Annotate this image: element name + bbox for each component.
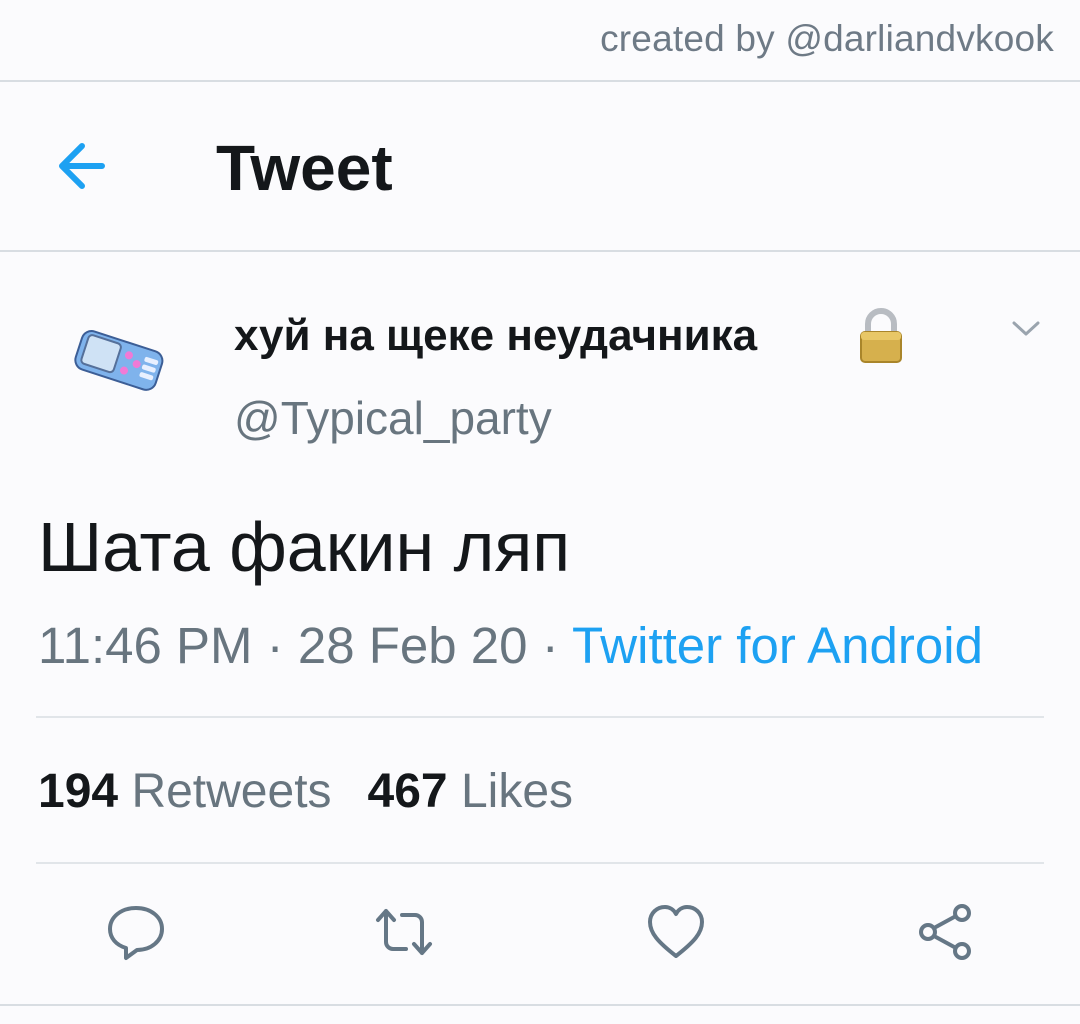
- likes-stat[interactable]: 467 Likes: [368, 765, 574, 818]
- app-header: Tweet: [0, 82, 1080, 250]
- watermark-credit: created by @darliandvkook: [600, 18, 1054, 59]
- likes-count: 467: [367, 765, 448, 818]
- likes-label: Likes: [460, 765, 574, 818]
- page-title: Tweet: [216, 132, 393, 204]
- heart-icon: [648, 905, 704, 958]
- tweet-date: 28 Feb 20: [297, 617, 528, 674]
- meta-divider: [36, 716, 1044, 718]
- retweet-button[interactable]: [372, 900, 436, 964]
- author-handle[interactable]: @Typical_party: [234, 388, 552, 448]
- phone-avatar-image: [74, 330, 164, 391]
- lock-icon: [856, 306, 906, 366]
- tweet-stats: 194 Retweets 467 Likes: [38, 762, 573, 822]
- more-options-button[interactable]: [1008, 314, 1044, 342]
- tweet-source-link[interactable]: Twitter for Android: [572, 617, 983, 674]
- tweet-time: 11:46 PM: [38, 617, 253, 674]
- author-display-name[interactable]: хуй на щеке неудачника: [234, 308, 757, 364]
- stats-divider: [36, 862, 1044, 864]
- retweets-stat[interactable]: 194 Retweets: [38, 765, 332, 818]
- header-divider: [0, 250, 1080, 252]
- share-icon: [919, 904, 971, 960]
- back-button[interactable]: [52, 138, 114, 194]
- reply-button[interactable]: [104, 900, 168, 964]
- retweets-count: 194: [38, 765, 119, 818]
- retweets-label: Retweets: [131, 765, 332, 818]
- avatar[interactable]: [62, 318, 172, 408]
- share-button[interactable]: [914, 900, 978, 964]
- reply-icon: [108, 906, 164, 960]
- chevron-down-icon: [1012, 321, 1040, 336]
- tweet-meta: 11:46 PM · 28 Feb 20 · Twitter for Andro…: [38, 614, 983, 678]
- like-button[interactable]: [644, 900, 708, 964]
- tweet-text: Шата факин ляп: [38, 508, 571, 586]
- meta-separator: ·: [527, 617, 572, 674]
- meta-separator: ·: [252, 617, 298, 674]
- retweet-icon: [376, 909, 432, 955]
- bottom-divider: [0, 1004, 1080, 1006]
- arrow-left-icon: [59, 143, 105, 189]
